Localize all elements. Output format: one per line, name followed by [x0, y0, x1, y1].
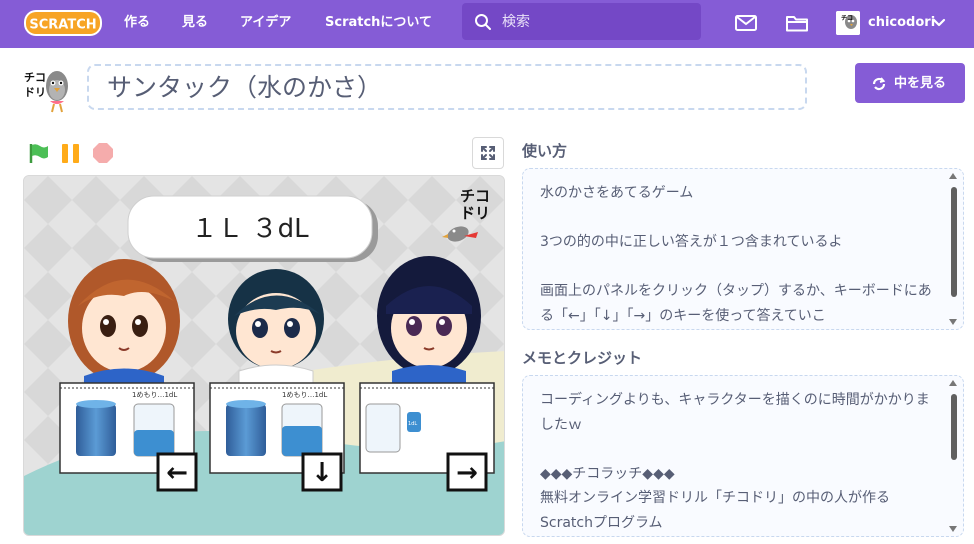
arrow-down-key[interactable]: ↓ — [301, 452, 343, 492]
project-title-field[interactable]: サンタック（水のかさ） — [87, 64, 807, 110]
project-title[interactable]: サンタック（水のかさ） — [107, 66, 382, 108]
fullscreen-button[interactable] — [472, 137, 504, 169]
svg-text:→: → — [456, 458, 478, 488]
mail-icon[interactable] — [734, 12, 758, 34]
remix-icon — [872, 77, 886, 91]
svg-text:チコ: チコ — [24, 71, 46, 84]
top-navigation-bar: SCRATCH 作る 見る アイデア Scratchについて チコ chicod… — [0, 0, 974, 48]
search-input[interactable] — [502, 11, 692, 33]
instructions-heading: 使い方 — [522, 142, 568, 160]
svg-text:↓: ↓ — [311, 458, 333, 488]
notes-heading: メモとクレジット — [522, 349, 643, 367]
instructions-text[interactable]: 水のかさをあてるゲーム 3つの的の中に正しい答えが１つ含まれているよ 画面上のパ… — [540, 181, 940, 328]
arrow-right-key[interactable]: → — [446, 452, 488, 492]
fullscreen-icon — [481, 146, 495, 160]
notes-scrollbar[interactable] — [951, 394, 957, 460]
scroll-down-icon[interactable] — [949, 526, 957, 532]
arrow-left-key[interactable]: ← — [156, 452, 198, 492]
user-avatar[interactable]: チコ — [836, 11, 860, 35]
nav-link-about[interactable]: Scratchについて — [325, 0, 432, 48]
question-text: １Ｌ ３dL — [191, 214, 309, 244]
search-icon — [475, 14, 491, 30]
see-inside-label: 中を見る — [894, 76, 947, 91]
see-inside-button[interactable]: 中を見る — [855, 63, 965, 103]
svg-text:チコ: チコ — [460, 187, 490, 205]
author-avatar[interactable]: チコ ドリ — [23, 64, 73, 114]
svg-text:ドリ: ドリ — [24, 86, 46, 99]
svg-text:1めもり…1dL: 1めもり…1dL — [132, 391, 177, 399]
svg-text:←: ← — [166, 458, 188, 488]
scroll-up-icon[interactable] — [949, 380, 957, 386]
stop-icon[interactable] — [92, 142, 114, 164]
svg-text:SCRATCH: SCRATCH — [29, 18, 96, 33]
scroll-up-icon[interactable] — [949, 173, 957, 179]
character-boy — [228, 269, 324, 397]
scratch-logo[interactable]: SCRATCH — [24, 9, 102, 37]
notes-box[interactable]: コーディングよりも、キャラクターを描くのに時間がかかりましたｗ ◆◆◆チコラッチ… — [522, 375, 964, 537]
svg-text:1dL: 1dL — [408, 421, 417, 427]
notes-text[interactable]: コーディングよりも、キャラクターを描くのに時間がかかりましたｗ ◆◆◆チコラッチ… — [540, 388, 940, 535]
search-bar[interactable] — [462, 3, 701, 40]
nav-link-explore[interactable]: 見る — [182, 0, 208, 48]
svg-text:ドリ: ドリ — [460, 204, 490, 222]
project-stage[interactable]: １Ｌ ３dL チコ ドリ 1めもり…1dL 1めもり…1dL 1dL ← ↓ → — [23, 175, 505, 536]
pause-icon[interactable] — [60, 142, 82, 164]
instructions-box[interactable]: 水のかさをあてるゲーム 3つの的の中に正しい答えが１つ含まれているよ 画面上のパ… — [522, 168, 964, 330]
folder-icon[interactable] — [785, 12, 809, 34]
nav-link-ideas[interactable]: アイデア — [240, 0, 291, 48]
chevron-down-icon[interactable] — [932, 16, 946, 30]
svg-text:1めもり…1dL: 1めもり…1dL — [282, 391, 327, 399]
green-flag-icon[interactable] — [28, 142, 50, 164]
username[interactable]: chicodori — [868, 0, 935, 46]
scroll-down-icon[interactable] — [949, 319, 957, 325]
svg-text:チコ: チコ — [841, 15, 853, 22]
instructions-scrollbar[interactable] — [951, 187, 957, 297]
character-girl-dark — [377, 256, 481, 396]
nav-link-create[interactable]: 作る — [124, 0, 150, 48]
